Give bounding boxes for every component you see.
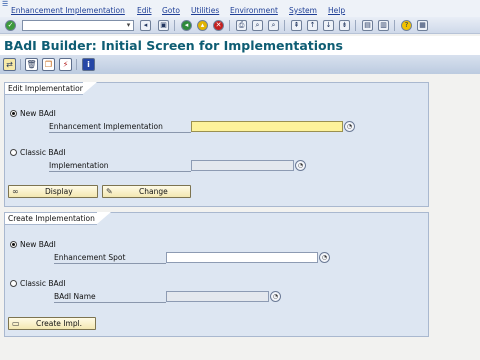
create-document-icon: ▭ bbox=[12, 319, 20, 328]
create-new-badi-radio[interactable] bbox=[10, 241, 17, 248]
menu-environment[interactable]: Environment bbox=[230, 6, 278, 15]
menu-help[interactable]: Help bbox=[328, 6, 345, 15]
previous-page-icon[interactable]: ↑ bbox=[307, 20, 318, 31]
create-implementation-panel: Create Implementation New BAdI Enhanceme… bbox=[4, 212, 429, 337]
badi-name-input[interactable] bbox=[166, 291, 269, 302]
application-toolbar: ⇄ 🗑 ❐ ⚡ i bbox=[0, 55, 480, 74]
toolbar-separator bbox=[284, 20, 285, 31]
display-button-label: Display bbox=[45, 187, 73, 196]
toolbar-separator bbox=[20, 59, 21, 70]
menu-enhancement-implementation[interactable]: Enhancement Implementation bbox=[11, 6, 125, 15]
badi-name-label: BAdI Name bbox=[54, 292, 166, 303]
copy-icon[interactable]: ❐ bbox=[42, 58, 55, 71]
toolbar-separator bbox=[76, 59, 77, 70]
info-icon[interactable]: i bbox=[82, 58, 95, 71]
history-back-icon[interactable]: ◂ bbox=[140, 20, 151, 31]
implementation-input[interactable] bbox=[191, 160, 294, 171]
new-session-icon[interactable]: ▤ bbox=[362, 20, 373, 31]
display-button[interactable]: ∞ Display bbox=[8, 185, 98, 198]
implementation-label: Implementation bbox=[49, 161, 191, 172]
toolbar-separator bbox=[394, 20, 395, 31]
find-icon[interactable]: ⌕ bbox=[252, 20, 263, 31]
enhancement-implementation-input[interactable] bbox=[191, 121, 343, 132]
edit-classic-badi-radio[interactable] bbox=[10, 149, 17, 156]
menu-bar: ☰ Enhancement Implementation Edit Goto U… bbox=[0, 0, 480, 17]
implementation-search-help-icon[interactable]: ◔ bbox=[295, 160, 306, 171]
toolbar-separator bbox=[174, 20, 175, 31]
command-history-dropdown-icon[interactable]: ▾ bbox=[124, 21, 133, 30]
create-impl-button-label: Create Impl. bbox=[36, 319, 83, 328]
shortcut-icon[interactable]: ▥ bbox=[378, 20, 389, 31]
cancel-icon[interactable]: ✕ bbox=[213, 20, 224, 31]
activate-icon[interactable]: ⚡ bbox=[59, 58, 72, 71]
create-classic-badi-label: Classic BAdI bbox=[20, 279, 66, 288]
enhancement-spot-label: Enhancement Spot bbox=[54, 253, 166, 264]
menu-edit[interactable]: Edit bbox=[137, 6, 152, 15]
badi-name-search-help-icon[interactable]: ◔ bbox=[270, 291, 281, 302]
enhancement-spot-search-help-icon[interactable]: ◔ bbox=[319, 252, 330, 263]
create-implementation-heading: Create Implementation bbox=[5, 212, 111, 225]
last-page-icon[interactable]: ⇟ bbox=[339, 20, 350, 31]
create-new-badi-label: New BAdI bbox=[20, 240, 56, 249]
enhancement-spot-input[interactable] bbox=[166, 252, 318, 263]
change-button[interactable]: ✎ Change bbox=[102, 185, 191, 198]
command-field[interactable] bbox=[22, 20, 134, 31]
toolbar-separator bbox=[355, 20, 356, 31]
change-button-label: Change bbox=[139, 187, 168, 196]
title-bar: BAdI Builder: Initial Screen for Impleme… bbox=[0, 36, 480, 55]
edit-new-badi-label: New BAdI bbox=[20, 109, 56, 118]
edit-classic-badi-label: Classic BAdI bbox=[20, 148, 66, 157]
edit-implementation-heading: Edit Implementation bbox=[5, 82, 97, 95]
toolbar-separator bbox=[229, 20, 230, 31]
help-icon[interactable]: ? bbox=[401, 20, 412, 31]
menu-utilities[interactable]: Utilities bbox=[191, 6, 219, 15]
edit-new-badi-radio[interactable] bbox=[10, 110, 17, 117]
enhancement-implementation-search-help-icon[interactable]: ◔ bbox=[344, 121, 355, 132]
create-classic-badi-radio[interactable] bbox=[10, 280, 17, 287]
customize-layout-icon[interactable]: ▦ bbox=[417, 20, 428, 31]
exit-icon[interactable]: ▴ bbox=[197, 20, 208, 31]
edit-implementation-panel: Edit Implementation New BAdI Enhancement… bbox=[4, 82, 429, 207]
enhancement-implementation-label: Enhancement Implementation bbox=[49, 122, 191, 133]
first-page-icon[interactable]: ⇞ bbox=[291, 20, 302, 31]
enter-icon[interactable]: ✓ bbox=[5, 20, 16, 31]
create-impl-button[interactable]: ▭ Create Impl. bbox=[8, 317, 96, 330]
page-title: BAdI Builder: Initial Screen for Impleme… bbox=[4, 38, 343, 53]
other-object-icon[interactable]: ⇄ bbox=[3, 58, 16, 71]
delete-icon[interactable]: 🗑 bbox=[25, 58, 38, 71]
save-icon[interactable]: ▣ bbox=[158, 20, 169, 31]
find-next-icon[interactable]: ⌕ bbox=[268, 20, 279, 31]
print-icon[interactable]: ⎙ bbox=[236, 20, 247, 31]
standard-toolbar: ✓ ▾ ◂ ▣ ◂ ▴ ✕ ⎙ ⌕ ⌕ ⇞ ↑ ↓ ⇟ ▤ ▥ ? ▦ bbox=[0, 17, 480, 34]
menu-system[interactable]: System bbox=[289, 6, 317, 15]
next-page-icon[interactable]: ↓ bbox=[323, 20, 334, 31]
back-icon[interactable]: ◂ bbox=[181, 20, 192, 31]
change-pencil-icon: ✎ bbox=[106, 187, 113, 196]
display-glasses-icon: ∞ bbox=[12, 187, 19, 196]
menu-goto[interactable]: Goto bbox=[162, 6, 180, 15]
